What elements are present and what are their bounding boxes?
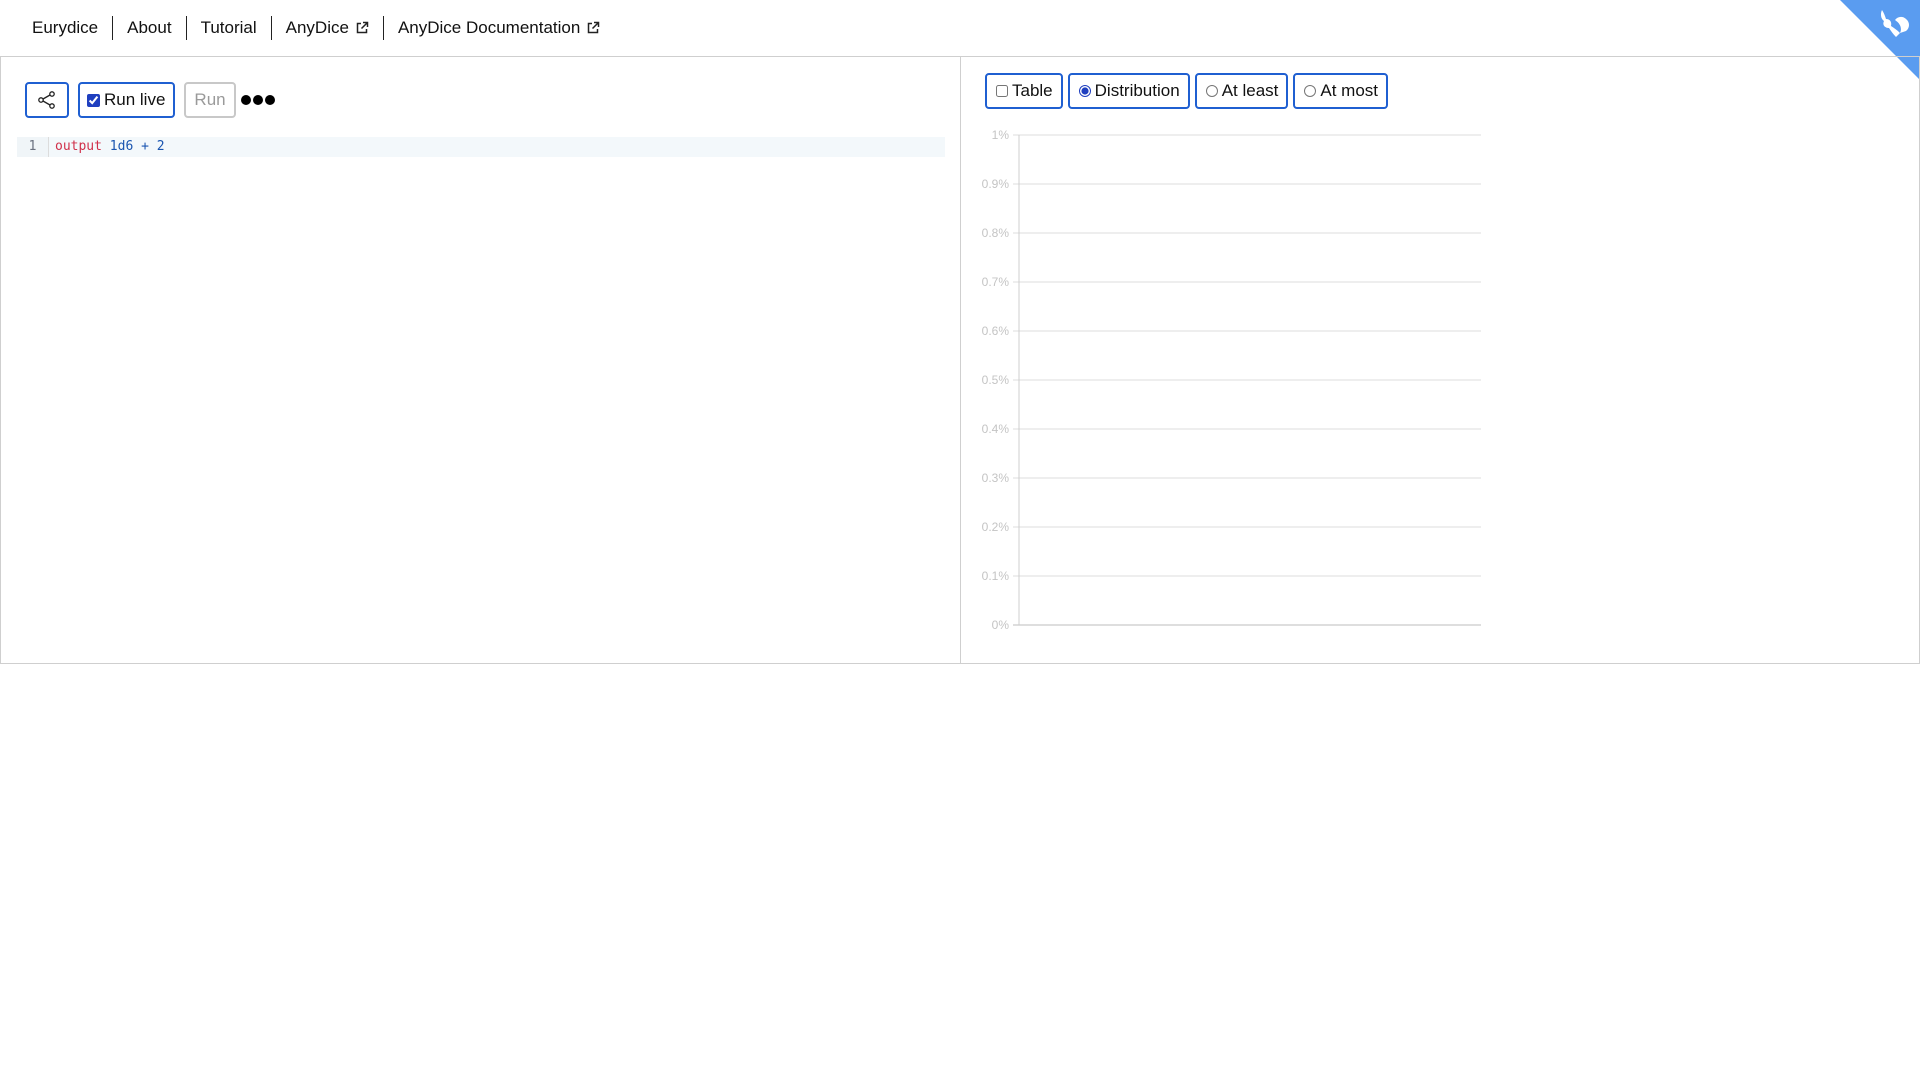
distribution-radio[interactable] xyxy=(1078,85,1091,97)
code-token-operator: + xyxy=(133,139,157,154)
distribution-option-label: Distribution xyxy=(1094,81,1180,100)
at-most-option-label: At most xyxy=(1320,81,1379,100)
nav-link-anydice[interactable]: AnyDice xyxy=(270,16,383,40)
y-tick-label: 0.1% xyxy=(982,569,1010,583)
nav-link-anydice-documentation[interactable]: AnyDice Documentation xyxy=(382,16,614,40)
at-least-option[interactable]: At least xyxy=(1194,73,1289,109)
code-editor[interactable]: 1 output 1d6 + 2 xyxy=(17,137,945,157)
y-tick-label: 0.3% xyxy=(982,471,1010,485)
y-tick-label: 0.6% xyxy=(982,324,1010,338)
at-most-option[interactable]: At most xyxy=(1293,73,1389,109)
run-live-toggle[interactable]: Run live xyxy=(78,82,176,118)
y-tick-label: 0.4% xyxy=(982,422,1010,436)
table-option-label: Table xyxy=(1012,81,1053,100)
nav-link-label: Tutorial xyxy=(200,18,257,37)
y-tick-label: 0.5% xyxy=(982,373,1010,387)
output-mode-options: Table Distribution At least At most xyxy=(985,73,1389,109)
table-checkbox[interactable] xyxy=(996,85,1008,97)
at-most-radio[interactable] xyxy=(1304,85,1317,97)
nav-link-label: AnyDice xyxy=(285,18,349,37)
nav-link-label: About xyxy=(127,18,172,37)
nav-link-label: AnyDice Documentation xyxy=(397,18,581,37)
code-token-keyword: output xyxy=(55,139,102,154)
loading-dots-icon xyxy=(240,95,275,105)
share-button[interactable] xyxy=(25,82,69,118)
run-button[interactable]: Run xyxy=(184,82,236,118)
nav-link-eurydice[interactable]: Eurydice xyxy=(18,16,112,40)
nav-link-label: Eurydice xyxy=(32,18,99,37)
external-link-icon xyxy=(586,21,600,35)
code-token-dice: 1d6 xyxy=(109,139,134,154)
y-tick-label: 0.9% xyxy=(982,177,1010,191)
nav-link-tutorial[interactable]: Tutorial xyxy=(185,16,271,40)
code-token-number: 2 xyxy=(156,139,165,154)
editor-panel: Run live Run 1 output 1d6 + 2 xyxy=(0,56,961,664)
at-least-option-label: At least xyxy=(1221,81,1279,100)
y-tick-label: 0.2% xyxy=(982,520,1010,534)
top-nav: Eurydice About Tutorial AnyDice AnyDice … xyxy=(0,0,1920,56)
y-tick-label: 1% xyxy=(992,128,1010,142)
code-line[interactable]: output 1d6 + 2 xyxy=(49,137,945,157)
run-live-checkbox[interactable] xyxy=(87,93,100,107)
editor-toolbar: Run live Run xyxy=(25,82,275,118)
distribution-chart: 0% 0.1% 0.2% 0.3% 0.4% 0.5% 0.6% 0.7% 0.8% 0.9% 1% xyxy=(982,128,1481,632)
distribution-option[interactable]: Distribution xyxy=(1067,73,1190,109)
line-number: 1 xyxy=(17,137,49,157)
external-link-icon xyxy=(355,21,369,35)
share-icon xyxy=(38,91,55,109)
y-tick-label: 0.8% xyxy=(982,226,1010,240)
output-panel: Table Distribution At least At most 0% 0.… xyxy=(960,56,1920,664)
run-live-label: Run live xyxy=(104,90,166,109)
at-least-radio[interactable] xyxy=(1205,85,1218,97)
y-tick-label: 0.7% xyxy=(982,275,1010,289)
y-tick-label: 0% xyxy=(992,618,1010,632)
table-option[interactable]: Table xyxy=(985,73,1063,109)
nav-link-about[interactable]: About xyxy=(112,16,185,40)
